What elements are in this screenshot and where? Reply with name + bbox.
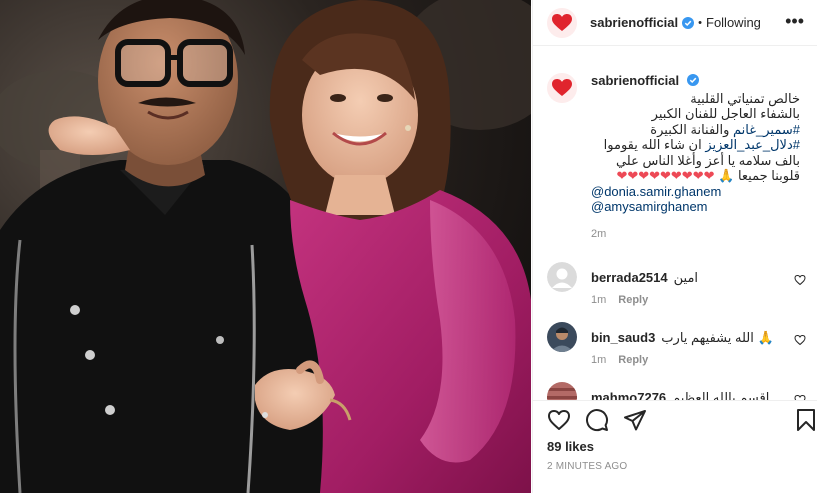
comment-avatar[interactable] — [547, 262, 577, 292]
comment-item: bin_saud3 الله يشفيهم يارب 🙏 1m Reply — [533, 322, 817, 382]
comment-bubble-icon[interactable] — [585, 408, 609, 432]
comment-item: mahmo7276 اقسم بالله العظيم — [533, 382, 817, 400]
post-side-panel: sabrienofficial • Following ••• sabrieno… — [532, 0, 817, 493]
comment-item: berrada2514 امين 1m Reply — [533, 262, 817, 322]
comment-text: berrada2514 امين — [591, 270, 698, 286]
pray-emoji: 🙏 — [718, 168, 735, 183]
comment-meta: 1m Reply — [591, 354, 648, 366]
hashtag-link[interactable]: #دلال_عبد_العزيز — [705, 137, 800, 152]
comment-avatar[interactable] — [547, 382, 577, 400]
verified-badge-icon — [686, 74, 699, 86]
more-options-icon[interactable]: ••• — [785, 12, 804, 30]
default-avatar-icon — [547, 262, 577, 292]
post-photo[interactable] — [0, 0, 531, 493]
verified-badge-icon — [682, 16, 695, 29]
comments-scroll-area[interactable]: sabrienofficial خالص تمنياتي القلبية بال… — [533, 47, 817, 400]
action-icons — [547, 408, 647, 432]
profile-avatar[interactable] — [547, 7, 577, 38]
small-heart-icon[interactable] — [794, 334, 806, 346]
heart-avatar-icon — [552, 79, 572, 96]
comment-avatar[interactable] — [547, 322, 577, 352]
header-username[interactable]: sabrienofficial — [590, 15, 678, 30]
comment-text: mahmo7276 اقسم بالله العظيم — [591, 390, 769, 400]
likes-count[interactable]: 89 likes — [547, 439, 594, 454]
comment-text: bin_saud3 الله يشفيهم يارب 🙏 — [591, 330, 774, 346]
reply-button[interactable]: Reply — [618, 294, 648, 306]
caption-line: بالشفاء العاجل للفنان الكبير — [651, 106, 800, 121]
heart-icon[interactable] — [547, 408, 571, 432]
caption-line: ان شاء — [663, 137, 702, 152]
comment-body: امين — [673, 270, 699, 285]
mention-link[interactable]: @amysamirghanem — [591, 199, 800, 215]
comment-body: الله يشفيهم يارب 🙏 — [661, 330, 774, 345]
user-photo-avatar — [547, 382, 577, 400]
bookmark-icon[interactable] — [794, 408, 817, 432]
follow-separator: • — [698, 16, 702, 29]
reply-button[interactable]: Reply — [618, 354, 648, 366]
comment-time[interactable]: 1m — [591, 294, 606, 306]
small-heart-icon[interactable] — [794, 274, 806, 286]
hearts-emoji: ❤❤❤❤❤❤❤❤❤ — [616, 168, 715, 183]
post-photo-illustration — [0, 0, 531, 493]
comment-username[interactable]: mahmo7276 — [591, 390, 666, 400]
comment-meta: 1m Reply — [591, 294, 648, 306]
comment-username[interactable]: bin_saud3 — [591, 330, 655, 345]
caption-text: خالص تمنياتي القلبية بالشفاء العاجل للفن… — [591, 91, 800, 184]
caption-avatar[interactable] — [547, 73, 577, 103]
post-header: sabrienofficial • Following ••• — [533, 0, 817, 46]
comment-time[interactable]: 1m — [591, 354, 606, 366]
caption-line: خالص تمنياتي القلبية — [690, 90, 800, 106]
paper-plane-icon[interactable] — [623, 408, 647, 432]
caption-username[interactable]: sabrienofficial — [591, 73, 679, 88]
post-actions: 89 likes 2 MINUTES AGO — [533, 400, 817, 493]
comment-username[interactable]: berrada2514 — [591, 270, 668, 285]
hashtag-link[interactable]: #سمير_غانم — [733, 122, 800, 137]
caption-body: sabrienofficial خالص تمنياتي القلبية بال… — [591, 73, 800, 242]
mention-link[interactable]: @donia.samir.ghanem — [591, 184, 800, 200]
caption-line: والفنانة الكبيرة — [650, 121, 730, 137]
user-photo-avatar — [547, 322, 577, 352]
comment-body: اقسم بالله العظيم — [672, 390, 770, 400]
post-timestamp[interactable]: 2 MINUTES AGO — [547, 461, 627, 472]
post-caption: sabrienofficial خالص تمنياتي القلبية بال… — [533, 47, 817, 242]
following-button[interactable]: Following — [706, 15, 761, 30]
caption-time[interactable]: 2m — [591, 227, 800, 243]
heart-avatar-icon — [552, 13, 572, 31]
